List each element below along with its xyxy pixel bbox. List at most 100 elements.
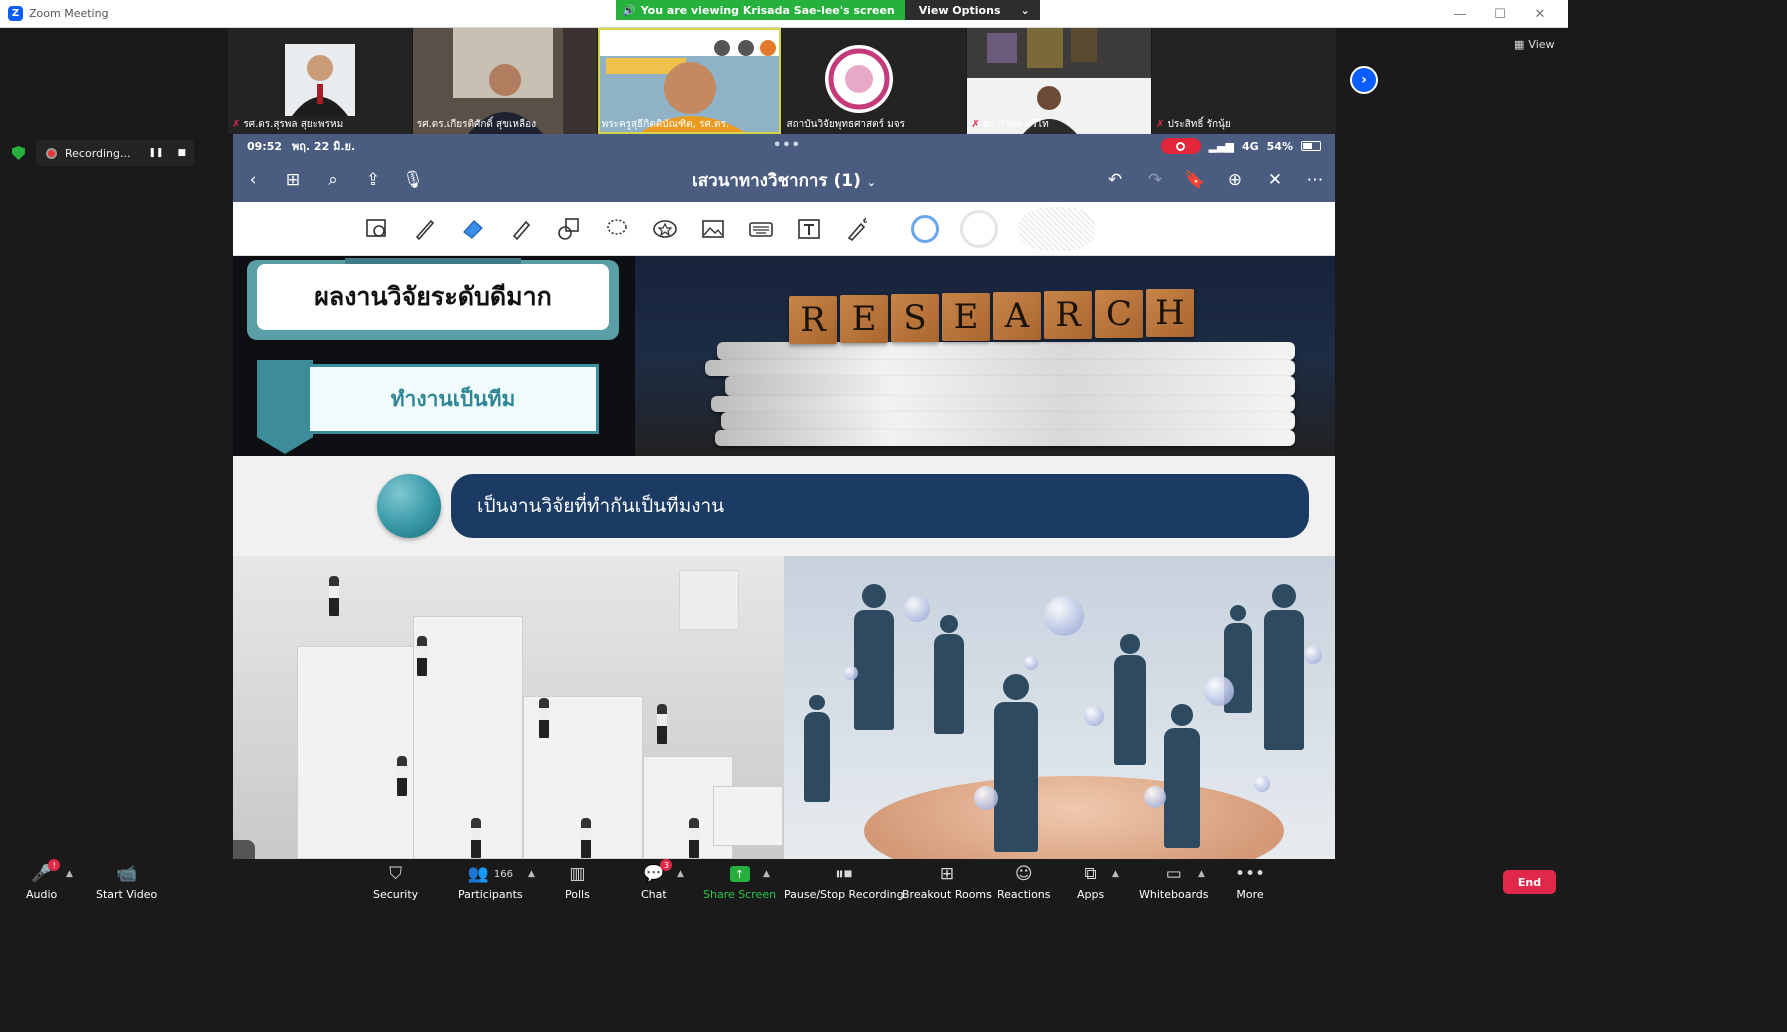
more-button[interactable]: ••• More: [1235, 863, 1265, 901]
pause-stop-recording-button[interactable]: ⏸⏹ Pause/Stop Recording: [784, 863, 904, 901]
muted-mic-icon: ✗: [971, 119, 980, 130]
teal-bullet-icon: [377, 474, 441, 538]
speaker-icon: 🔊: [622, 3, 636, 17]
lasso-tool-icon[interactable]: [601, 213, 633, 245]
screen-record-icon: [1160, 138, 1201, 154]
audio-options-caret-icon[interactable]: ▲: [66, 869, 73, 879]
apps-options-caret-icon[interactable]: ▲: [1112, 869, 1119, 879]
slide-subtitle: ทำงานเป็นทีม: [307, 364, 599, 434]
view-button[interactable]: ▦ View: [1514, 38, 1555, 51]
research-letter-block: R: [1044, 291, 1092, 339]
participant-gallery: ✗ รศ.ดร.สุรพล สุยะพรหม รศ.ดร.เกียรติศักดิ…: [228, 28, 1336, 134]
shapes-tool-icon[interactable]: [553, 213, 585, 245]
battery-icon: [1301, 141, 1321, 151]
apps-button[interactable]: ⧉ Apps: [1077, 863, 1104, 901]
image-tool-icon[interactable]: [697, 213, 729, 245]
slide-header-area: ผลงานวิจัยระดับดีมาก ทำงานเป็นทีม RESEAR…: [233, 256, 1335, 456]
notes-app-bar: ‹ ⊞ ⌕ ⇪ 🎙 เสวนาทางวิชาการ (1) ⌄ ↶ ↷ 🔖 ⊕ …: [233, 158, 1335, 202]
gallery-next-page-button[interactable]: ›: [1350, 66, 1378, 94]
network-node: [1044, 596, 1084, 636]
add-page-icon[interactable]: ⊕: [1215, 170, 1255, 190]
slide-panel-handle[interactable]: ›: [233, 840, 255, 859]
presentation-slide: ผลงานวิจัยระดับดีมาก ทำงานเป็นทีม RESEAR…: [233, 256, 1335, 859]
muted-microphone-icon: 🎤!: [31, 859, 61, 885]
share-options-caret-icon[interactable]: ▲: [763, 869, 770, 879]
person-figure: [1164, 704, 1200, 848]
participant-name: ✗ ประสิทธิ์ รักนุ้ย: [1156, 119, 1231, 130]
chevron-down-icon: ⌄: [866, 175, 876, 189]
start-video-button[interactable]: 📹 Start Video: [96, 863, 157, 901]
redo-icon[interactable]: ↷: [1135, 170, 1175, 190]
research-letter-block: R: [789, 296, 837, 344]
share-screen-icon: ↑: [729, 866, 750, 882]
participants-button[interactable]: 👥 166 Participants: [458, 863, 523, 901]
pause-stop-icon: ⏸⏹: [835, 864, 853, 884]
zoom-window-tool-icon[interactable]: [361, 213, 393, 245]
whiteboards-options-caret-icon[interactable]: ▲: [1198, 869, 1205, 879]
search-icon[interactable]: ⌕: [313, 170, 353, 190]
minimize-icon[interactable]: —: [1440, 0, 1480, 28]
network-node: [1084, 706, 1104, 726]
eraser-size-small[interactable]: [909, 213, 941, 245]
audio-button[interactable]: 🎤! Audio: [26, 859, 61, 901]
maximize-icon[interactable]: ☐: [1480, 0, 1520, 28]
end-meeting-button[interactable]: End: [1503, 870, 1556, 894]
more-options-icon[interactable]: ⋯: [1295, 170, 1335, 190]
security-button[interactable]: ⛉ Security: [373, 863, 418, 901]
reactions-button[interactable]: ☺ Reactions: [997, 863, 1051, 901]
breakout-rooms-icon: ⊞: [939, 864, 955, 884]
network-node: [974, 786, 998, 810]
ipad-status-bar: 09:52 พฤ. 22 มิ.ย. ••• ▂▄▆ 4G 54%: [233, 134, 1335, 158]
text-tool-icon[interactable]: [793, 213, 825, 245]
breakout-rooms-button[interactable]: ⊞ Breakout Rooms: [902, 863, 992, 901]
slide-subtitle-box: ทำงานเป็นทีม: [257, 360, 603, 456]
participant-tile[interactable]: ✗ ดร.กำพล ศรีไท: [967, 28, 1152, 134]
microphone-icon[interactable]: 🎙: [393, 170, 433, 190]
participant-name: ✗ รศ.ดร.สุรพล สุยะพรหม: [232, 119, 344, 130]
participant-tile[interactable]: สถาบันวิจัยพุทธศาสตร์ มจร: [782, 28, 967, 134]
participant-tile[interactable]: ✗ ประสิทธิ์ รักนุ้ย: [1152, 28, 1336, 134]
eraser-size-medium[interactable]: [957, 209, 1001, 248]
view-options-button[interactable]: View Options ⌄: [904, 0, 1040, 20]
slide-description-band: เป็นงานวิจัยที่ทำกันเป็นทีมงาน: [233, 456, 1335, 556]
participants-options-caret-icon[interactable]: ▲: [528, 869, 535, 879]
sticker-tool-icon[interactable]: [649, 213, 681, 245]
undo-icon[interactable]: ↶: [1095, 170, 1135, 190]
participant-tile[interactable]: ✗ รศ.ดร.สุรพล สุยะพรหม: [228, 28, 412, 134]
laser-pointer-tool-icon[interactable]: [841, 213, 873, 245]
grid-view-icon: ▦: [1514, 38, 1525, 51]
video-off-icon: 📹: [116, 864, 138, 884]
thumbnails-grid-icon[interactable]: ⊞: [273, 170, 313, 190]
chat-options-caret-icon[interactable]: ▲: [677, 869, 684, 879]
encryption-shield-icon: [12, 146, 25, 160]
multitasking-dots-icon: •••: [773, 138, 801, 153]
pause-recording-icon[interactable]: ❚❚: [148, 148, 163, 158]
apps-icon: ⧉: [1084, 864, 1097, 884]
research-letter-block: E: [840, 295, 888, 343]
window-controls: — ☐ ✕: [1440, 0, 1560, 28]
eraser-tool-icon[interactable]: [457, 213, 489, 245]
pen-tool-icon[interactable]: [409, 213, 441, 245]
participant-tile-active-speaker[interactable]: พระครูสุธีกิตติบัณฑิต, รศ.ดร.: [597, 28, 782, 134]
back-icon[interactable]: ‹: [233, 170, 273, 190]
chevron-right-icon: ›: [1361, 72, 1367, 88]
participant-tile[interactable]: รศ.ดร.เกียรติศักดิ์ สุขเหลือง: [412, 28, 597, 134]
research-letter-block: S: [891, 294, 939, 342]
participants-icon: 👥 166: [467, 864, 513, 884]
chat-button[interactable]: 💬 3 Chat: [641, 859, 673, 901]
recording-indicator: Recording... ❚❚ ■: [36, 140, 194, 166]
close-toolbar-icon[interactable]: ✕: [1255, 170, 1295, 190]
keyboard-tool-icon[interactable]: [745, 213, 777, 245]
more-icon: •••: [1235, 864, 1266, 884]
close-icon[interactable]: ✕: [1520, 0, 1560, 28]
bookmark-icon[interactable]: 🔖: [1175, 170, 1215, 190]
whiteboard-icon: ▭: [1165, 864, 1182, 884]
person-figure: [934, 614, 964, 734]
highlighter-tool-icon[interactable]: [505, 213, 537, 245]
window-title: Zoom Meeting: [29, 7, 109, 20]
stop-recording-icon[interactable]: ■: [177, 148, 186, 158]
polls-button[interactable]: ▥ Polls: [565, 863, 590, 901]
eraser-size-large[interactable]: [1017, 206, 1097, 251]
share-banner: 🔊 You are viewing Krisada Sae-lee's scre…: [616, 0, 1040, 20]
share-export-icon[interactable]: ⇪: [353, 170, 393, 190]
